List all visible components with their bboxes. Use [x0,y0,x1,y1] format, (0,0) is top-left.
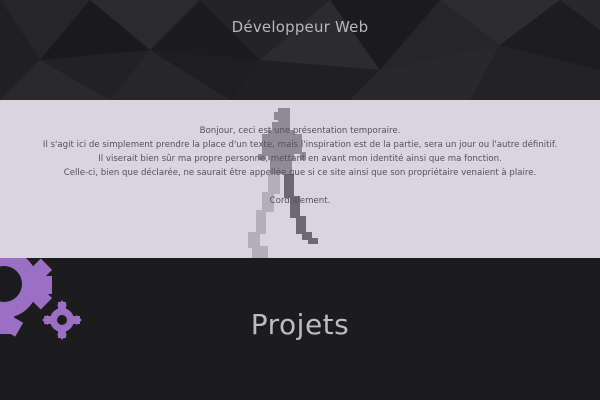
intro-line: Il s'agit ici de simplement prendre la p… [42,140,558,150]
intro-signature: Cordialement. [269,196,331,206]
intro-line: Celle-ci, bien que déclarée, ne saurait … [63,168,537,178]
intro-section: Bonjour, ceci est une présentation tempo… [0,100,600,258]
polygon-background [0,0,600,100]
header: Développeur Web [0,0,600,100]
intro-line: Bonjour, ceci est une présentation tempo… [199,126,401,136]
projects-section: Projets [0,258,600,400]
site-title: Développeur Web [231,18,369,36]
intro-text: Bonjour, ceci est une présentation tempo… [0,124,600,208]
projects-title: Projets [250,308,350,341]
intro-line: Il viserait bien sûr ma propre personne,… [98,154,502,164]
